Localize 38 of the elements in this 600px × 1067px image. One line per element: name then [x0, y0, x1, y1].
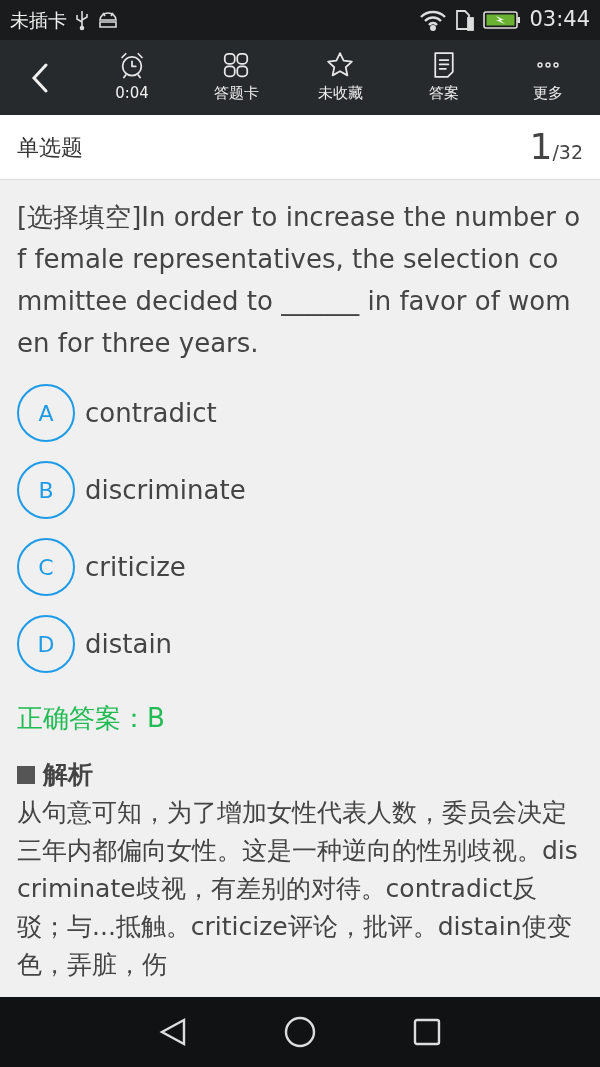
circle-home-icon	[284, 1016, 316, 1048]
battery-icon	[483, 10, 522, 30]
correct-answer: 正确答案：B	[17, 702, 166, 735]
square-recents-icon	[413, 1018, 442, 1046]
question-text: [选择填空]In order to increase the number of female representatives, the selection committee decided to ______ in favor of women for three years.	[17, 201, 582, 360]
option-text: contradict	[85, 396, 217, 430]
home-nav-button[interactable]	[284, 1016, 316, 1048]
answer-option[interactable]: A contradict	[17, 384, 583, 442]
carrier-text: 未插卡	[10, 7, 67, 33]
option-letter: A	[17, 384, 75, 442]
analysis-text: 从句意可知，为了增加女性代表人数，委员会决定三年内都偏向女性。这是一种逆向的性别歧视。discriminate歧视，有差别的对待。contradict反驳；与...抵触。criticize评论，批评。distain使变色，弄脏，伤	[17, 796, 579, 981]
usb-icon	[75, 9, 89, 31]
toolbar-button[interactable]: 答案	[392, 50, 496, 105]
analysis-title: 解析	[43, 759, 93, 791]
section-marker-icon	[17, 765, 35, 784]
sim-alert-icon	[455, 9, 476, 31]
recents-nav-button[interactable]	[413, 1018, 442, 1046]
android-icon	[97, 10, 119, 30]
option-text: distain	[85, 627, 173, 661]
option-letter: B	[17, 461, 75, 519]
wifi-icon	[419, 9, 448, 31]
toolbar-button[interactable]: 未收藏	[288, 50, 392, 105]
answer-option[interactable]: C criticize	[17, 538, 583, 596]
option-text: discriminate	[85, 473, 246, 507]
question-counter: 1/32	[529, 125, 583, 169]
question-type: 单选题	[17, 133, 83, 162]
toolbar-button[interactable]: 更多	[496, 50, 600, 105]
toolbar-button[interactable]: 0:04	[80, 50, 184, 105]
option-text: criticize	[85, 550, 186, 584]
back-nav-button[interactable]	[158, 1017, 187, 1047]
clock-time: 03:44	[529, 6, 590, 34]
answer-option[interactable]: B discriminate	[17, 461, 583, 519]
toolbar-button[interactable]: 答题卡	[184, 50, 288, 105]
option-letter: C	[17, 538, 75, 596]
option-letter: D	[17, 615, 75, 673]
answer-option[interactable]: D distain	[17, 615, 583, 673]
triangle-back-icon	[158, 1017, 187, 1047]
back-icon	[31, 62, 49, 93]
